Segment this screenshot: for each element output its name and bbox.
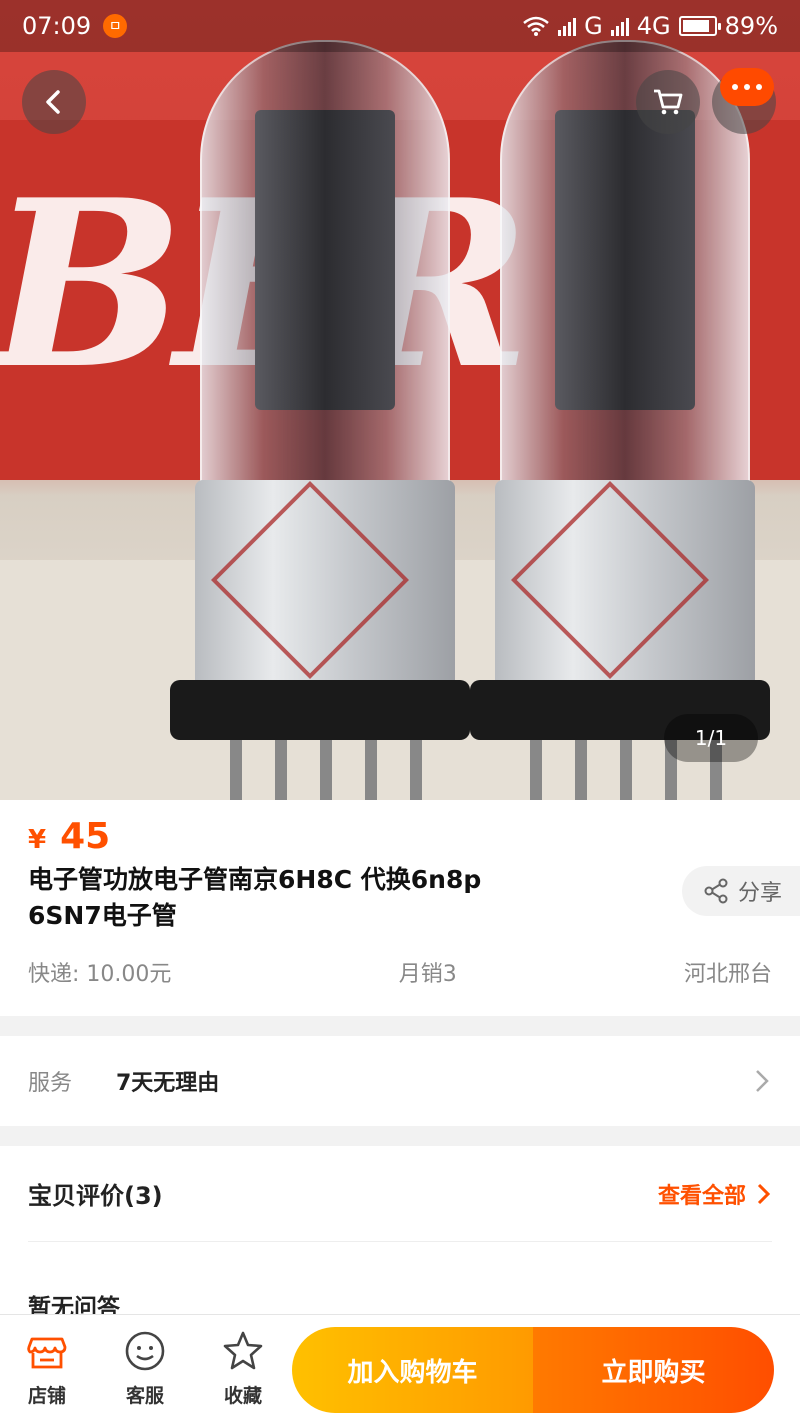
add-to-cart-button[interactable]: 加入购物车 <box>292 1327 533 1413</box>
notification-icon: ㅁ <box>103 14 128 38</box>
shop-label: 店铺 <box>27 1385 66 1407</box>
shipping-fee: 快递: 10.00元 <box>28 962 172 987</box>
customer-service-icon <box>125 1331 165 1371</box>
battery-percent: 89% <box>724 12 778 40</box>
star-icon <box>223 1331 263 1370</box>
share-button[interactable]: 分享 <box>682 866 800 916</box>
wifi-icon <box>523 16 549 36</box>
shop-button[interactable]: 店铺 <box>12 1329 82 1413</box>
share-label: 分享 <box>738 881 783 906</box>
bottom-action-bar: 店铺 客服 收藏 加入购物车 立即购买 <box>0 1314 800 1422</box>
monthly-sales: 月销3 <box>398 962 457 987</box>
reviews-header: 宝贝评价(3) 查看全部 <box>28 1146 772 1242</box>
product-meta: 快递: 10.00元 月销3 河北邢台 <box>28 956 772 988</box>
favorite-button[interactable]: 收藏 <box>208 1329 278 1413</box>
battery-icon <box>678 16 721 36</box>
purchase-buttons: 加入购物车 立即购买 <box>292 1327 774 1413</box>
image-pager: 1/1 <box>664 714 758 762</box>
service-row[interactable]: 服务 7天无理由 <box>0 1036 800 1126</box>
signal-icon-2 <box>610 16 629 36</box>
chevron-right-icon <box>756 1070 769 1092</box>
vacuum-tube-left <box>170 40 470 800</box>
cart-icon <box>654 89 683 115</box>
signal-icon <box>558 16 577 36</box>
more-dots-icon[interactable] <box>720 68 774 106</box>
vacuum-tube-right <box>470 40 770 800</box>
product-info-card: ¥45 电子管功放电子管南京6H8C 代换6n8p 6SN7电子管 快递: 10… <box>0 800 800 1016</box>
share-icon <box>704 878 728 904</box>
reviews-section: 宝贝评价(3) 查看全部 暂无问答 <box>0 1146 800 1326</box>
view-all-reviews-link[interactable]: 查看全部 <box>658 1178 772 1210</box>
favorite-label: 收藏 <box>223 1385 262 1407</box>
status-bar: 07:09 ㅁ G 4G 89% <box>0 0 800 52</box>
price-currency: ¥ <box>28 825 47 855</box>
service-value: 7天无理由 <box>116 1071 220 1096</box>
view-all-label: 查看全部 <box>657 1183 746 1209</box>
shop-icon <box>27 1337 67 1369</box>
product-title: 电子管功放电子管南京6H8C 代换6n8p 6SN7电子管 <box>28 865 482 930</box>
seller-location: 河北邢台 <box>683 962 772 987</box>
price: ¥45 <box>28 816 110 857</box>
service-label: 服务 <box>28 1071 73 1096</box>
cart-button[interactable] <box>636 70 700 134</box>
network-type-1: G <box>584 12 603 40</box>
chevron-right-icon <box>757 1183 771 1204</box>
support-button[interactable]: 客服 <box>110 1329 180 1413</box>
price-value: 45 <box>60 816 111 857</box>
buy-now-button[interactable]: 立即购买 <box>533 1327 774 1413</box>
status-time: 07:09 <box>22 12 92 40</box>
reviews-title: 宝贝评价(3) <box>28 1182 163 1210</box>
network-type-2: 4G <box>636 12 671 40</box>
back-button[interactable] <box>22 70 86 134</box>
chevron-left-icon <box>46 90 60 114</box>
support-label: 客服 <box>125 1385 164 1407</box>
